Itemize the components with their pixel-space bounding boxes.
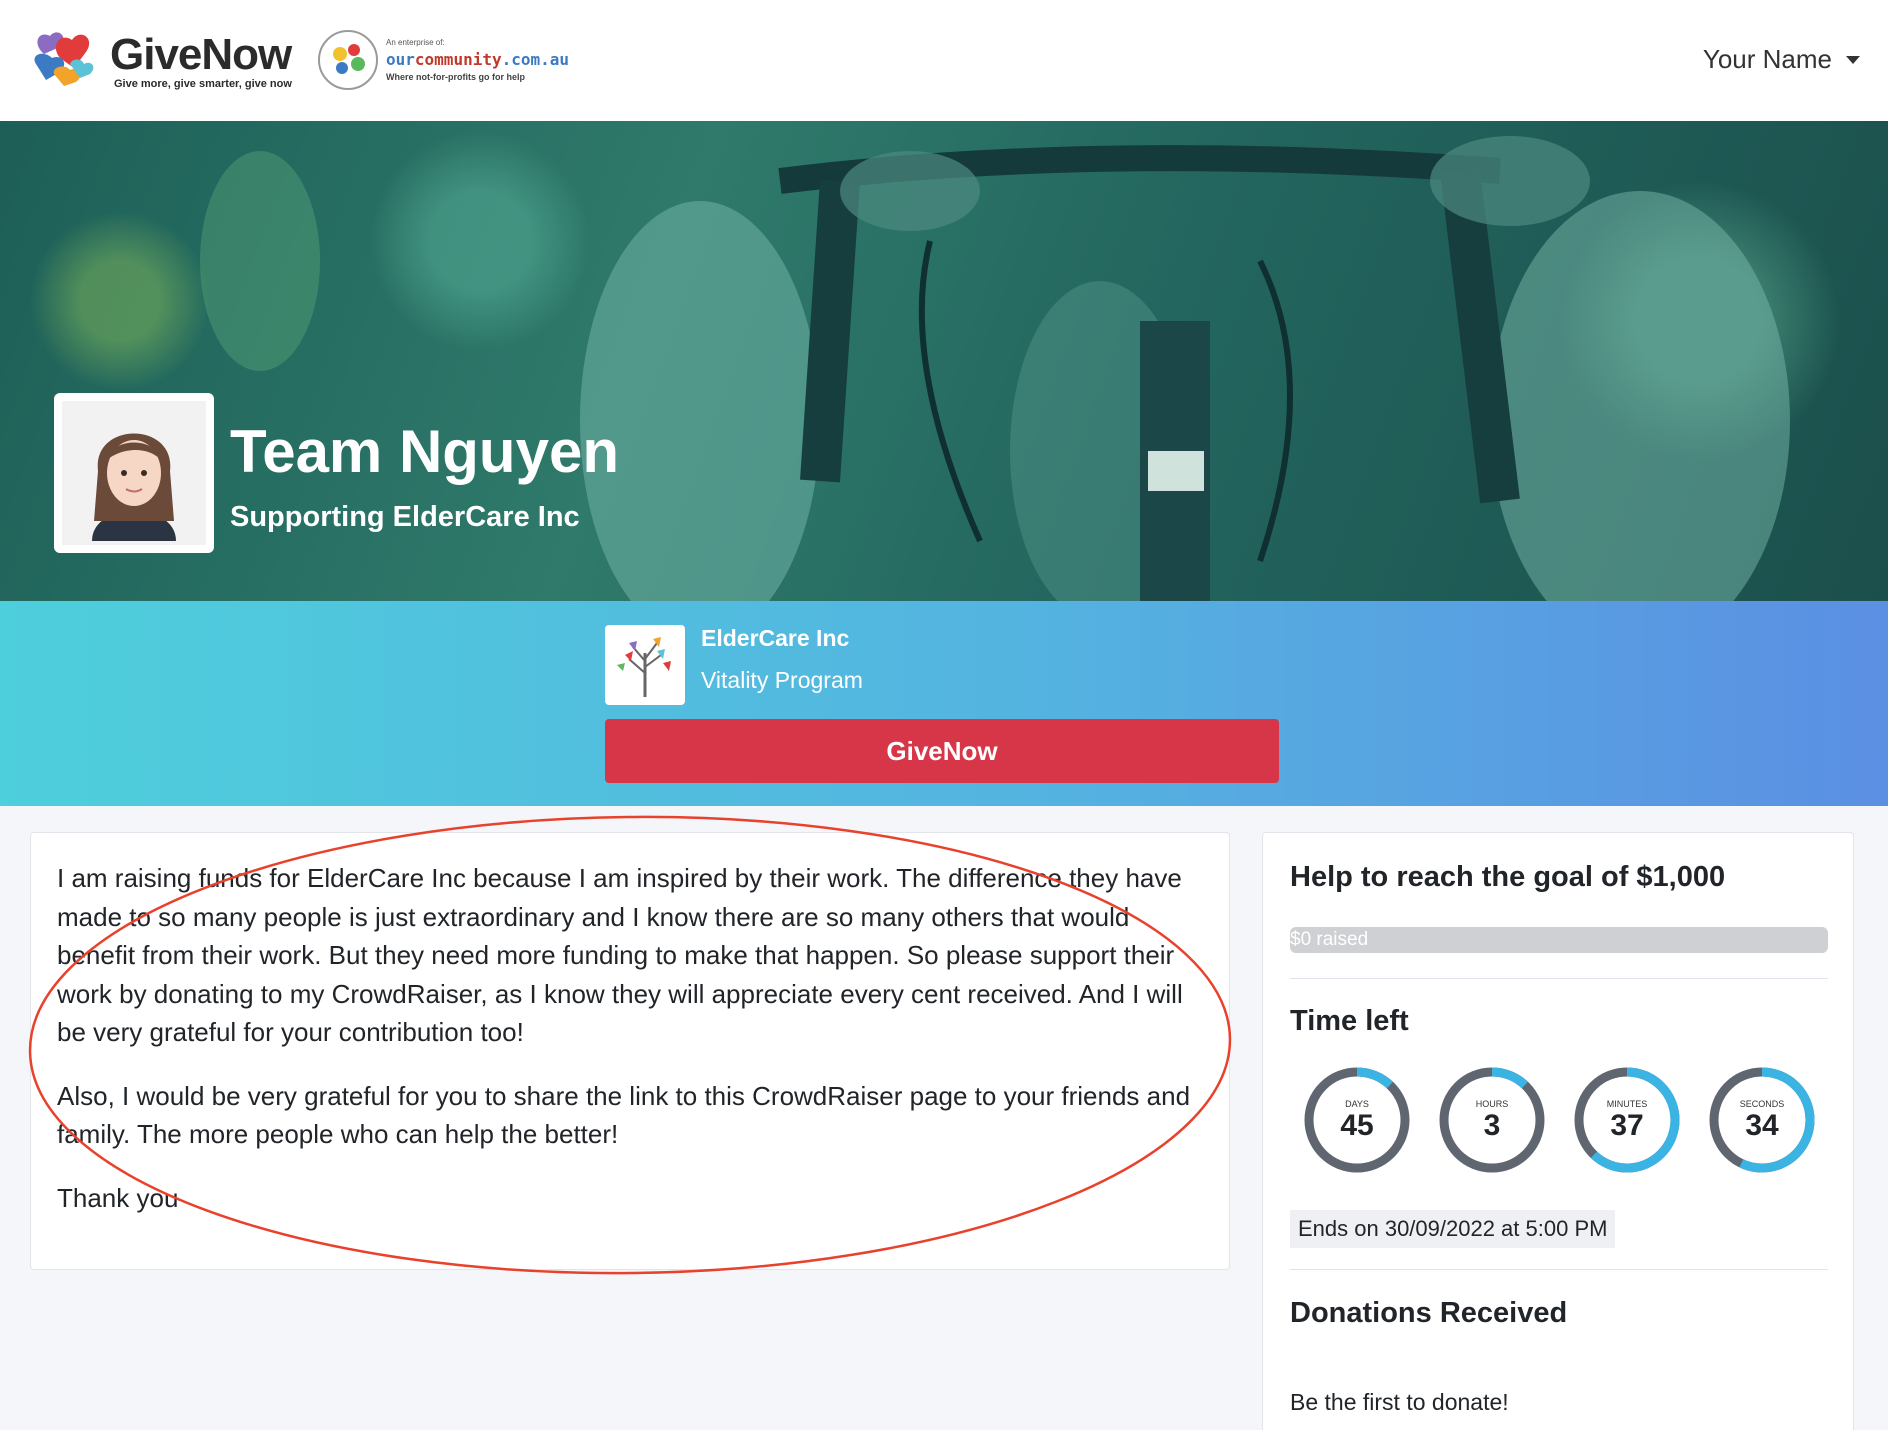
timer-value: 3: [1483, 1109, 1501, 1142]
woman-avatar-icon: [62, 401, 206, 545]
heart-cluster-icon: [34, 32, 94, 86]
ourcommunity-emblem-icon: [318, 30, 378, 90]
top-navbar: GiveNow Give more, give smarter, give no…: [0, 0, 1888, 121]
ourcommunity-logo[interactable]: An enterprise of: ourcommunity.com.au Wh…: [318, 30, 578, 92]
givenow-donate-button[interactable]: GiveNow: [605, 719, 1279, 783]
ourcommunity-tagline: Where not-for-profits go for help: [386, 72, 525, 82]
divider: [1290, 1269, 1828, 1270]
givenow-wordmark: GiveNow: [110, 30, 292, 79]
timer-hours: HOURS 3: [1437, 1065, 1547, 1175]
user-name: Your Name: [1702, 44, 1832, 74]
story-paragraph: Also, I would be very grateful for you t…: [57, 1080, 1191, 1150]
tree-logo-icon: [617, 637, 671, 697]
ourcommunity-wordmark-our: our: [386, 50, 415, 69]
timer-value: 37: [1610, 1109, 1644, 1142]
timer-value: 34: [1745, 1109, 1779, 1142]
hero-banner: Team Nguyen Supporting ElderCare Inc: [0, 121, 1888, 601]
divider: [1290, 978, 1828, 979]
countdown-timers: DAYS 45 HOURS 3 MINUTES 37 SECONDS 34: [1290, 1065, 1830, 1175]
org-program: Vitality Program: [701, 667, 863, 693]
time-left-heading: Time left: [1290, 1005, 1409, 1037]
org-name[interactable]: ElderCare Inc: [701, 625, 849, 652]
raised-label: $0 raised: [1290, 929, 1369, 950]
team-avatar: [54, 393, 214, 553]
story-card: I am raising funds for ElderCare Inc bec…: [30, 832, 1230, 1270]
donations-heading: Donations Received: [1290, 1297, 1568, 1329]
fundraising-sidebar: Help to reach the goal of $1,000 $0 rais…: [1262, 832, 1854, 1430]
org-logo[interactable]: [605, 625, 685, 705]
timer-label: HOURS: [1475, 1099, 1509, 1109]
page-title: Team Nguyen: [230, 418, 619, 485]
goal-heading: Help to reach the goal of $1,000: [1290, 861, 1726, 893]
ourcommunity-enterprise-note: An enterprise of:: [386, 38, 445, 47]
timer-minutes: MINUTES 37: [1572, 1065, 1682, 1175]
timer-label: SECONDS: [1739, 1099, 1785, 1109]
organisation-band: ElderCare Inc Vitality Program GiveNow: [0, 601, 1888, 806]
story-signoff: Thank you: [57, 1182, 179, 1213]
raised-progress-bar: $0 raised: [1290, 927, 1828, 953]
story-paragraph: I am raising funds for ElderCare Inc bec…: [57, 863, 1183, 1047]
ourcommunity-wordmark-domain: .com.au: [501, 50, 570, 69]
chevron-down-icon: [1846, 55, 1860, 64]
givenow-tagline: Give more, give smarter, give now: [114, 78, 292, 90]
ourcommunity-wordmark-community: community: [414, 50, 502, 69]
givenow-logo[interactable]: GiveNow Give more, give smarter, give no…: [30, 24, 292, 96]
timer-days: DAYS 45: [1302, 1065, 1412, 1175]
timer-value: 45: [1340, 1109, 1374, 1142]
user-menu-dropdown[interactable]: Your Name: [1703, 44, 1860, 75]
donations-empty-message: Be the first to donate!: [1290, 1389, 1509, 1415]
timer-label: MINUTES: [1606, 1099, 1648, 1109]
timer-seconds: SECONDS 34: [1707, 1065, 1817, 1175]
end-date: Ends on 30/09/2022 at 5:00 PM: [1290, 1210, 1616, 1248]
page-subtitle: Supporting ElderCare Inc: [230, 501, 580, 533]
timer-label: DAYS: [1345, 1099, 1369, 1109]
ourcommunity-wordmark: ourcommunity.com.au: [386, 50, 569, 69]
